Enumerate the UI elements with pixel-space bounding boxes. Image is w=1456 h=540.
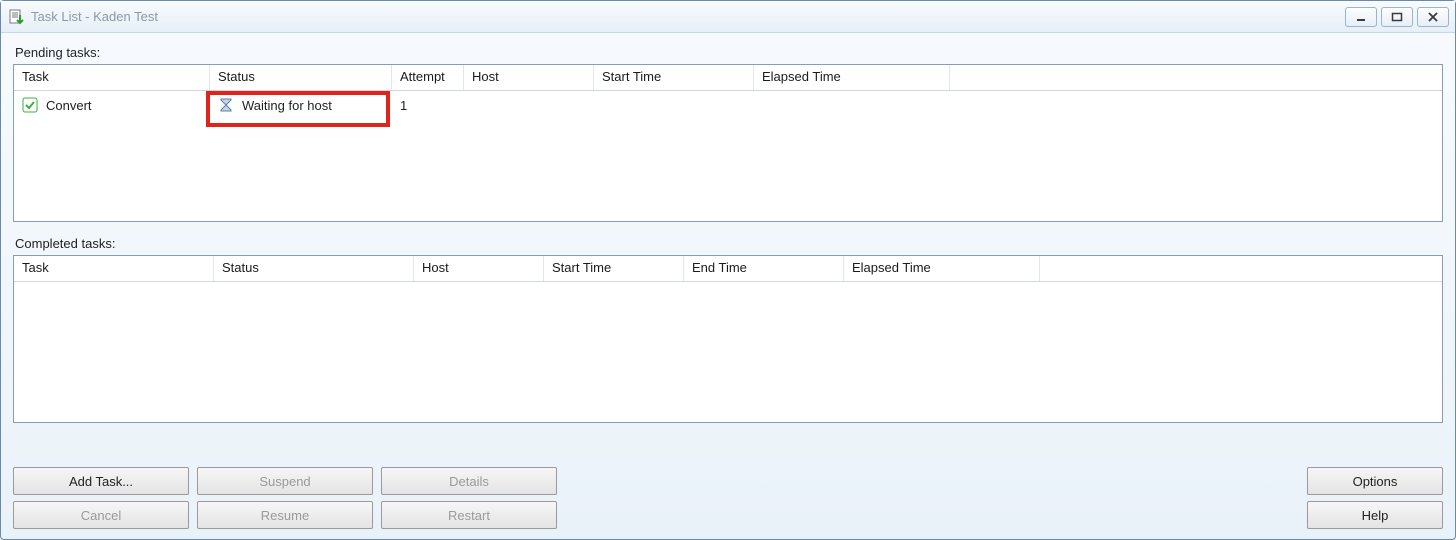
- col-spacer: [950, 65, 1442, 90]
- completed-tasks-label: Completed tasks:: [15, 236, 1443, 251]
- task-convert-icon: [22, 97, 38, 113]
- resume-button[interactable]: Resume: [197, 501, 373, 529]
- col-task[interactable]: Task: [14, 65, 210, 90]
- add-task-button[interactable]: Add Task...: [13, 467, 189, 495]
- completed-header-row: Task Status Host Start Time End Time Ela…: [14, 256, 1442, 282]
- cell-attempt: 1: [392, 96, 464, 115]
- app-icon: [9, 9, 25, 25]
- cell-status-text: Waiting for host: [242, 98, 332, 113]
- col-attempt[interactable]: Attempt: [392, 65, 464, 90]
- table-row[interactable]: Convert Waiting for host 1: [14, 91, 1442, 119]
- restart-button[interactable]: Restart: [381, 501, 557, 529]
- maximize-button[interactable]: [1381, 7, 1413, 27]
- col-status[interactable]: Status: [210, 65, 392, 90]
- completed-tasks-table: Task Status Host Start Time End Time Ela…: [13, 255, 1443, 423]
- cell-task: Convert: [14, 95, 210, 115]
- button-bar: Add Task... Suspend Details Cancel Resum…: [13, 463, 1443, 529]
- window-title: Task List - Kaden Test: [31, 9, 1345, 24]
- cancel-button[interactable]: Cancel: [13, 501, 189, 529]
- titlebar: Task List - Kaden Test: [1, 1, 1455, 33]
- col-elapsed-time[interactable]: Elapsed Time: [844, 256, 1040, 281]
- cell-host: [464, 103, 594, 107]
- hourglass-icon: [218, 97, 234, 113]
- col-task[interactable]: Task: [14, 256, 214, 281]
- col-status[interactable]: Status: [214, 256, 414, 281]
- details-button[interactable]: Details: [381, 467, 557, 495]
- cell-spacer: [950, 103, 1442, 107]
- minimize-button[interactable]: [1345, 7, 1377, 27]
- col-elapsed-time[interactable]: Elapsed Time: [754, 65, 950, 90]
- col-end-time[interactable]: End Time: [684, 256, 844, 281]
- col-host[interactable]: Host: [464, 65, 594, 90]
- cell-elapsed: [754, 103, 950, 107]
- col-start-time[interactable]: Start Time: [594, 65, 754, 90]
- cell-start: [594, 103, 754, 107]
- col-host[interactable]: Host: [414, 256, 544, 281]
- col-spacer: [1040, 256, 1442, 281]
- window-body: Pending tasks: Task Status Attempt Host …: [1, 33, 1455, 539]
- pending-tasks-label: Pending tasks:: [15, 45, 1443, 60]
- cell-status: Waiting for host: [210, 95, 392, 115]
- col-start-time[interactable]: Start Time: [544, 256, 684, 281]
- cell-task-text: Convert: [46, 98, 92, 113]
- button-grid-right: Options Help: [1307, 467, 1443, 529]
- task-list-window: Task List - Kaden Test Pending tasks: Ta…: [0, 0, 1456, 540]
- options-button[interactable]: Options: [1307, 467, 1443, 495]
- pending-header-row: Task Status Attempt Host Start Time Elap…: [14, 65, 1442, 91]
- window-buttons: [1345, 7, 1449, 27]
- suspend-button[interactable]: Suspend: [197, 467, 373, 495]
- pending-tasks-table: Task Status Attempt Host Start Time Elap…: [13, 64, 1443, 222]
- help-button[interactable]: Help: [1307, 501, 1443, 529]
- button-grid-left: Add Task... Suspend Details Cancel Resum…: [13, 467, 557, 529]
- close-button[interactable]: [1417, 7, 1449, 27]
